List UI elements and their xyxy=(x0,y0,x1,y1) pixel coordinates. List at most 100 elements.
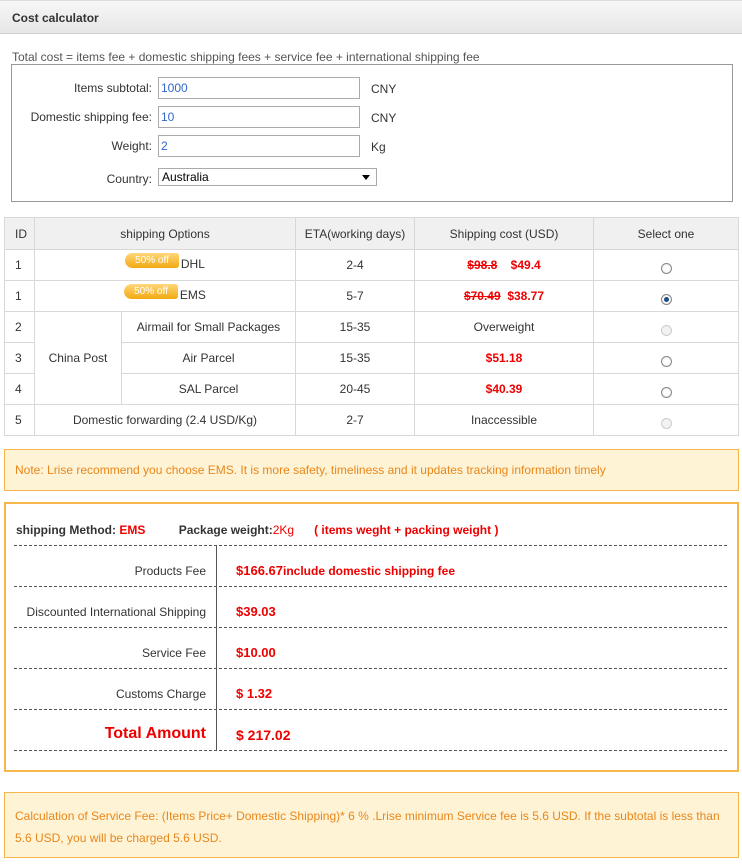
header-eta: ETA(working days) xyxy=(295,217,415,250)
option-dhl: 50% off DHL xyxy=(34,249,296,281)
option-name: Air Parcel xyxy=(121,342,296,374)
items-subtotal-label: Items subtotal: xyxy=(73,81,152,95)
calculator-header: Cost calculator xyxy=(0,0,742,34)
cost-summary: shipping Method: EMS Package weight:2Kg … xyxy=(4,502,739,772)
select-radio-dhl[interactable] xyxy=(660,263,672,275)
row-id: 2 xyxy=(4,311,35,343)
select-cell xyxy=(593,311,739,343)
select-radio-ems[interactable] xyxy=(660,294,672,306)
divider xyxy=(14,545,727,546)
shipping-cost: Overweight xyxy=(414,311,594,343)
select-cell xyxy=(593,404,739,436)
column-divider xyxy=(216,546,217,751)
products-fee-amount: $166.67 xyxy=(236,563,283,578)
products-fee-value: $166.67include domestic shipping fee xyxy=(236,563,455,578)
price: $40.39 xyxy=(485,382,523,396)
method-label: shipping Method: xyxy=(16,523,116,537)
products-fee-suffix: include domestic shipping fee xyxy=(283,564,456,578)
table-row[interactable]: 1 50% off EMS 5-7 $70.49 $38.77 xyxy=(4,280,739,312)
original-price: $70.49 xyxy=(463,289,501,303)
products-fee-label: Products Fee xyxy=(134,564,206,578)
row-id: 1 xyxy=(4,280,35,312)
china-post-group: China Post xyxy=(34,311,122,405)
option-name: EMS xyxy=(179,288,206,303)
row-id: 1 xyxy=(4,249,35,281)
method-value: EMS xyxy=(119,523,146,537)
table-header-row: ID shipping Options ETA(working days) Sh… xyxy=(4,217,739,250)
option-name: SAL Parcel xyxy=(121,373,296,405)
package-weight-note: ( items weght + packing weight ) xyxy=(314,523,499,537)
divider xyxy=(14,668,727,669)
shipping-options-table: ID shipping Options ETA(working days) Sh… xyxy=(4,217,739,436)
items-subtotal-row: Items subtotal: CNY xyxy=(12,77,732,99)
discount-badge: 50% off xyxy=(125,252,179,268)
select-cell xyxy=(593,280,739,312)
country-row: Country: Australia xyxy=(12,165,732,187)
service-fee-label: Service Fee xyxy=(141,646,206,660)
select-cell xyxy=(593,249,739,281)
weight-input[interactable] xyxy=(158,135,360,157)
customs-charge-label: Customs Charge xyxy=(115,687,206,701)
divider xyxy=(14,627,727,628)
weight-row: Weight: Kg xyxy=(12,135,732,157)
eta: 15-35 xyxy=(295,342,415,374)
weight-label: Weight: xyxy=(111,139,152,153)
items-subtotal-unit: CNY xyxy=(371,82,397,96)
country-value: Australia xyxy=(162,170,209,184)
header-id: ID xyxy=(4,217,35,250)
select-cell xyxy=(593,342,739,374)
intl-shipping-value: $39.03 xyxy=(236,604,276,619)
divider xyxy=(14,586,727,587)
discount-badge: 50% off xyxy=(124,283,178,299)
option-name: Airmail for Small Packages xyxy=(121,311,296,343)
price: $51.18 xyxy=(485,351,523,365)
table-row[interactable]: 1 50% off DHL 2-4 $98.8 $49.4 xyxy=(4,249,739,281)
select-radio-sal[interactable] xyxy=(660,387,672,399)
calculator-form: Items subtotal: CNY Domestic shipping fe… xyxy=(11,64,733,202)
cost-formula: Total cost = items fee + domestic shippi… xyxy=(12,50,480,64)
total-amount-label: Total Amount xyxy=(104,725,206,742)
option-ems: 50% off EMS xyxy=(34,280,296,312)
country-select[interactable]: Australia xyxy=(158,168,377,186)
row-id: 4 xyxy=(4,373,35,405)
header-cost: Shipping cost (USD) xyxy=(414,217,594,250)
select-radio-domestic xyxy=(660,418,672,430)
original-price: $98.8 xyxy=(467,258,498,272)
package-weight-label: Package weight: xyxy=(178,523,273,537)
table-row[interactable]: 5 Domestic forwarding (2.4 USD/Kg) 2-7 I… xyxy=(4,404,739,436)
intl-shipping-label: Discounted International Shipping xyxy=(26,605,206,619)
domestic-fee-row: Domestic shipping fee: CNY xyxy=(12,106,732,128)
eta: 15-35 xyxy=(295,311,415,343)
divider xyxy=(14,709,727,710)
divider xyxy=(14,750,727,751)
eta: 20-45 xyxy=(295,373,415,405)
eta: 5-7 xyxy=(295,280,415,312)
recommendation-note: Note: Lrise recommend you choose EMS. It… xyxy=(4,449,739,491)
total-amount-value: $ 217.02 xyxy=(236,727,291,743)
eta: 2-4 xyxy=(295,249,415,281)
row-id: 5 xyxy=(4,404,35,436)
items-subtotal-input[interactable] xyxy=(158,77,360,99)
summary-header: shipping Method: EMS Package weight:2Kg … xyxy=(16,523,498,537)
domestic-fee-label: Domestic shipping fee: xyxy=(30,110,152,124)
domestic-fee-input[interactable] xyxy=(158,106,360,128)
customs-charge-value: $ 1.32 xyxy=(236,686,273,701)
select-cell xyxy=(593,373,739,405)
shipping-cost: $51.18 xyxy=(414,342,594,374)
select-radio-airparcel[interactable] xyxy=(660,356,672,368)
shipping-cost: $40.39 xyxy=(414,373,594,405)
discounted-price: $49.4 xyxy=(510,258,541,272)
weight-unit: Kg xyxy=(371,140,386,154)
calculator-title: Cost calculator xyxy=(12,11,99,25)
service-fee-note: Calculation of Service Fee: (Items Price… xyxy=(4,792,739,858)
service-fee-value: $10.00 xyxy=(236,645,276,660)
domestic-fee-unit: CNY xyxy=(371,111,397,125)
chevron-down-icon xyxy=(362,175,370,180)
eta: 2-7 xyxy=(295,404,415,436)
option-name: Domestic forwarding (2.4 USD/Kg) xyxy=(34,404,296,436)
select-radio-airmail xyxy=(660,325,672,337)
table-row[interactable]: 2 China Post Airmail for Small Packages … xyxy=(4,311,739,405)
header-options: shipping Options xyxy=(34,217,296,250)
country-label: Country: xyxy=(106,172,152,186)
option-name: DHL xyxy=(180,257,205,272)
